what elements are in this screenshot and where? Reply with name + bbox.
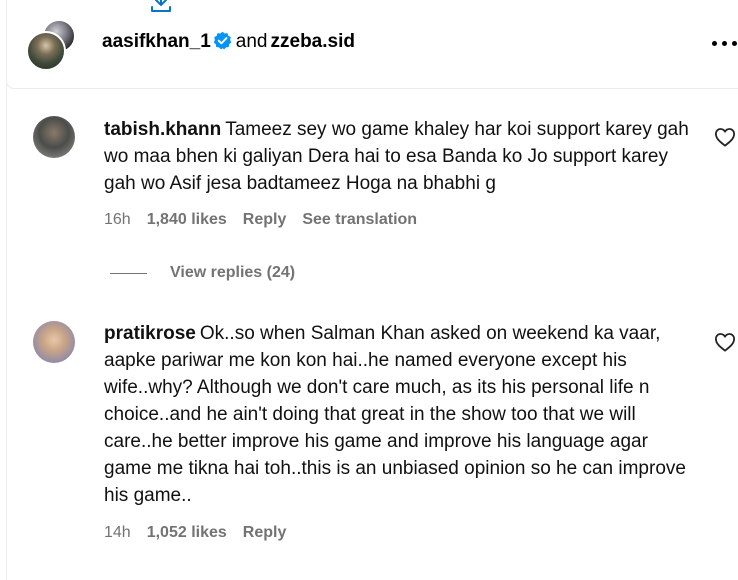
comment-timestamp: 14h [104,524,131,541]
avatar[interactable] [33,321,75,363]
comment-body: pratikrose Ok..so when Salman Khan asked … [104,320,694,509]
author-username-2[interactable]: zzeba.sid [271,31,355,52]
avatar[interactable] [26,31,66,71]
avatar[interactable] [33,116,75,158]
post-authors: aasifkhan_1 and zzeba.sid [102,29,355,55]
collab-avatars[interactable] [26,17,82,73]
comment-username[interactable]: pratikrose [104,323,196,344]
heart-icon[interactable] [714,127,736,147]
likes-count[interactable]: 1,840 likes [147,211,227,229]
comment-timestamp: 16h [104,211,131,228]
divider [110,273,147,274]
conjunction-text: and [235,31,268,52]
comment-text: Ok..so when Salman Khan asked on weekend… [104,323,686,506]
download-icon[interactable] [149,0,173,14]
comment-username[interactable]: tabish.khann [104,119,221,140]
comment-body: tabish.khann Tameez sey wo game khaley ha… [104,116,694,197]
comment-meta: 14h 1,052 likes Reply [104,524,302,542]
more-options-icon[interactable] [712,41,738,47]
reply-button[interactable]: Reply [243,524,287,542]
see-translation-button[interactable]: See translation [302,211,417,229]
view-replies-label[interactable]: View replies (24) [170,264,295,282]
likes-count[interactable]: 1,052 likes [147,524,227,542]
author-username-1[interactable]: aasifkhan_1 [102,31,211,52]
reply-button[interactable]: Reply [243,211,287,229]
comment-meta: 16h 1,840 likes Reply See translation [104,211,433,229]
verified-badge-icon [213,31,232,50]
heart-icon[interactable] [714,332,736,352]
